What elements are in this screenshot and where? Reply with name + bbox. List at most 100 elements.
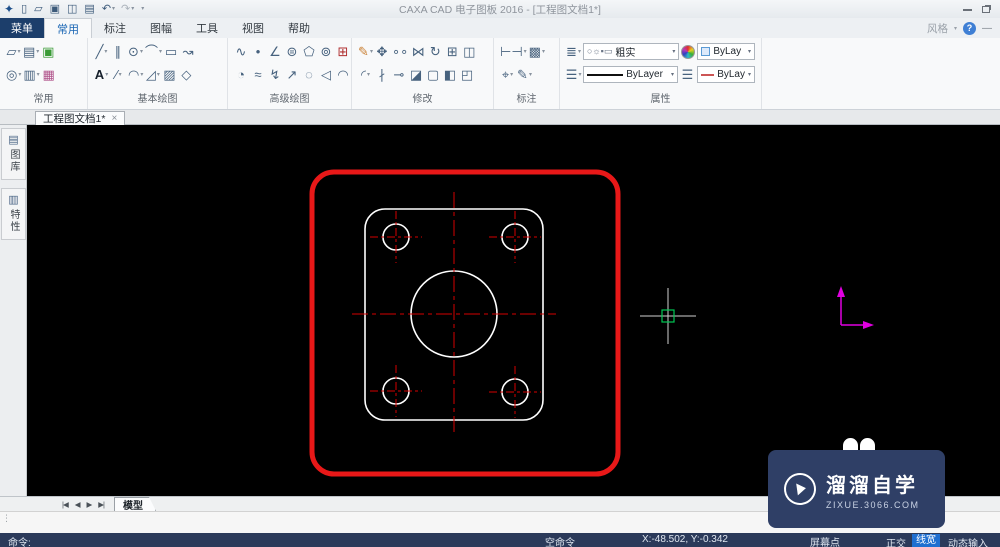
ribbon-tab-bar: 菜单 常用 标注 图幅 工具 视图 帮助 xyxy=(0,18,1000,38)
lineweight-icon[interactable]: ☰ xyxy=(680,65,695,84)
parallel-line-icon[interactable]: ∥ xyxy=(111,42,126,61)
rotate-icon[interactable]: ↻ xyxy=(428,42,443,61)
tab-sheet[interactable]: 图幅 xyxy=(138,18,184,38)
save-all-icon[interactable]: ◫ xyxy=(67,3,78,15)
app-logo-icon[interactable]: ✦ xyxy=(4,3,15,15)
toolbar-grip-icon[interactable]: ⋮ xyxy=(2,513,11,524)
arrow-icon[interactable]: ↗ xyxy=(285,65,300,84)
group-label-modify: 修改 xyxy=(412,94,433,105)
local-detail-icon[interactable]: ◇ xyxy=(179,65,194,84)
chamfer-icon[interactable]: ◿ ▾ xyxy=(145,65,160,84)
line-icon[interactable]: ╱ ▾ xyxy=(94,42,109,61)
ribbon-group-dimension: ⊢⊣ ▾ ▩ ▾ ⌖ ▾ ✎ ▾ 标注 xyxy=(494,38,560,109)
palette-icon[interactable]: ▦ xyxy=(42,65,57,84)
ribbon-group-properties: ≣ ▾ ○☼▪▭ 粗实 ▾ ByLay ▾ ☰ ▾ ByLayer ▾ ☰ By… xyxy=(560,38,762,109)
coordinate-dimension-icon[interactable]: ⌖ ▾ xyxy=(500,65,515,84)
prev-sheet-button[interactable]: ◀ xyxy=(75,500,81,509)
offset-icon[interactable]: ◫ xyxy=(462,42,477,61)
open-file-icon[interactable]: ▱ xyxy=(34,3,43,15)
hatch-icon[interactable]: ▨ xyxy=(162,65,177,84)
break-line-icon[interactable]: ↯ xyxy=(268,65,283,84)
model-tab[interactable]: 模型 xyxy=(114,497,156,511)
zoom-icon[interactable]: ◎ ▾ xyxy=(6,65,21,84)
pie-icon[interactable]: ◔ xyxy=(234,65,249,84)
color-wheel-icon[interactable] xyxy=(681,44,696,59)
last-sheet-button[interactable]: ▶| xyxy=(98,500,105,509)
centerline-icon[interactable]: ∕ ▾ xyxy=(111,65,126,84)
angle-line-icon[interactable]: ∠ xyxy=(268,42,283,61)
table-icon[interactable]: ⊞ xyxy=(336,42,351,61)
color-combo[interactable]: ByLay ▾ xyxy=(697,43,755,60)
erase-icon[interactable]: ✎ ▾ xyxy=(358,42,373,61)
copy-icon[interactable]: ▱ ▾ xyxy=(6,42,21,61)
formula-icon[interactable]: ◁ xyxy=(319,65,334,84)
cloud-icon[interactable]: ◠ xyxy=(336,65,351,84)
dimension-edit-icon[interactable]: ✎ ▾ xyxy=(517,65,532,84)
break-icon[interactable]: ∤ xyxy=(375,65,390,84)
ole-insert-icon[interactable]: ▣ xyxy=(41,42,56,61)
stretch-icon[interactable]: ◪ xyxy=(409,65,424,84)
explode-icon[interactable]: ◰ xyxy=(460,65,475,84)
layer-state-combo[interactable]: ○☼▪▭ 粗实 ▾ xyxy=(583,43,680,60)
view-pan-icon[interactable]: ▥ ▾ xyxy=(23,65,39,84)
style-dropdown[interactable]: 风格 xyxy=(927,21,948,36)
lineweight-combo[interactable]: ByLay ▾ xyxy=(697,66,755,83)
customize-quick-access-icon[interactable]: ▾ xyxy=(140,6,144,12)
restore-button[interactable] xyxy=(982,5,990,13)
dimension-icon[interactable]: ⊢⊣ ▾ xyxy=(500,42,527,61)
drawing-outer-frame[interactable] xyxy=(309,169,621,477)
block-icon[interactable]: ◧ xyxy=(443,65,458,84)
style-caret-icon[interactable]: ▾ xyxy=(954,25,957,32)
tab-dimension[interactable]: 标注 xyxy=(92,18,138,38)
array-icon[interactable]: ⊞ xyxy=(445,42,460,61)
wave-line-icon[interactable]: ≈ xyxy=(251,65,266,84)
paste-icon[interactable]: ▤ ▾ xyxy=(23,42,39,61)
sidebar-tab-properties[interactable]: ▥ 特性 xyxy=(1,188,26,240)
dynamic-input-toggle[interactable]: 动态输入 xyxy=(948,535,988,547)
move-icon[interactable]: ✥ xyxy=(375,42,390,61)
revision-cloud-icon[interactable]: ◠ ▾ xyxy=(128,65,143,84)
spline-icon[interactable]: ∿ xyxy=(234,42,249,61)
ortho-toggle[interactable]: 正交 xyxy=(886,535,906,547)
text-icon[interactable]: A ▾ xyxy=(94,65,109,84)
tab-menu[interactable]: 菜单 xyxy=(0,18,44,38)
undo-icon[interactable]: ↶ ▾ xyxy=(102,3,115,15)
contour-icon[interactable]: ◌ xyxy=(302,65,317,84)
ribbon-collapse-icon[interactable]: — xyxy=(982,23,992,34)
tab-common[interactable]: 常用 xyxy=(44,18,92,38)
layers-icon[interactable]: ≣ ▾ xyxy=(566,42,581,61)
ellipse-icon[interactable]: ⊜ xyxy=(285,42,300,61)
close-document-icon[interactable]: × xyxy=(111,113,117,124)
tab-view[interactable]: 视图 xyxy=(230,18,276,38)
mirror-icon[interactable]: ⋈ xyxy=(411,42,426,61)
screen-point-dropdown[interactable]: 屏幕点 xyxy=(810,534,840,547)
polygon-icon[interactable]: ⬠ xyxy=(302,42,317,61)
sidebar-tab-library[interactable]: ▤ 图库 xyxy=(1,128,26,180)
next-sheet-button[interactable]: ▶ xyxy=(87,500,93,509)
group-label-dimension: 标注 xyxy=(516,94,537,105)
document-tab[interactable]: 工程图文档1* × xyxy=(35,111,126,125)
fillet-icon[interactable]: ◜ ▾ xyxy=(358,65,373,84)
redo-icon[interactable]: ↷ ▾ xyxy=(121,3,134,15)
new-file-icon[interactable]: ▯ xyxy=(21,3,28,15)
lineweight-toggle[interactable]: 线宽 xyxy=(912,534,940,547)
print-icon[interactable]: ▤ xyxy=(84,3,95,15)
linetype-combo[interactable]: ByLayer ▾ xyxy=(583,66,678,83)
point-icon[interactable]: • xyxy=(251,42,266,61)
image-frame-icon[interactable]: ▩ ▾ xyxy=(529,42,545,61)
circle-icon[interactable]: ⊙ ▾ xyxy=(128,42,143,61)
minimize-button[interactable] xyxy=(963,8,972,11)
scale-icon[interactable]: ▢ xyxy=(426,65,441,84)
first-sheet-button[interactable]: |◀ xyxy=(62,500,69,509)
rectangle-icon[interactable]: ▭ xyxy=(164,42,179,61)
extend-icon[interactable]: ⊸ xyxy=(392,65,407,84)
tab-help[interactable]: 帮助 xyxy=(276,18,322,38)
arc-icon[interactable]: ⌒ ▾ xyxy=(145,42,162,61)
help-icon[interactable]: ? xyxy=(963,21,976,35)
save-icon[interactable]: ▣ xyxy=(50,3,61,15)
linetype-icon[interactable]: ☰ ▾ xyxy=(566,65,582,84)
copy-object-icon[interactable]: ∘∘ xyxy=(392,42,409,61)
polyline-icon[interactable]: ↝ xyxy=(181,42,196,61)
symmetry-icon[interactable]: ⊚ xyxy=(319,42,334,61)
tab-tools[interactable]: 工具 xyxy=(184,18,230,38)
